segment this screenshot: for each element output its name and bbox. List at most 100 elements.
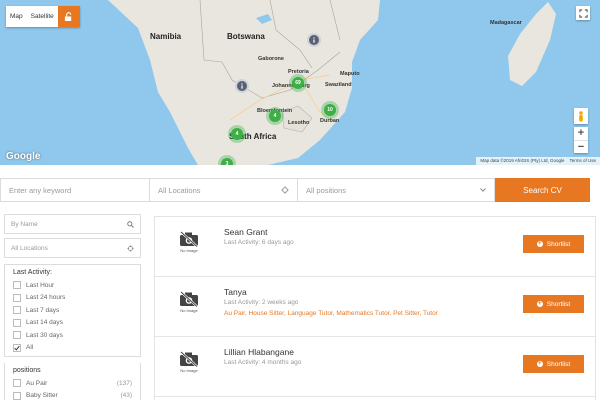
- cluster-count: 4: [269, 110, 281, 122]
- result-card: No Image Sean Grant Last Activity: 6 day…: [155, 217, 595, 277]
- checkbox[interactable]: [13, 306, 21, 315]
- no-camera-icon: [180, 351, 198, 367]
- zoom-in-button[interactable]: +: [574, 127, 588, 140]
- filter-option-au-pair[interactable]: Au Pair (137): [13, 377, 132, 390]
- shortlist-label: Shortlist: [546, 300, 571, 308]
- info-icon: [313, 37, 315, 43]
- no-image-placeholder: No Image: [177, 351, 201, 373]
- page: Map Satellite Namibia Botswana Gaborone …: [0, 0, 600, 400]
- map-data-text: Map data ©2019 AfriGIS (Pty) Ltd, Google: [480, 158, 565, 163]
- shortlist-button[interactable]: + Shortlist: [523, 355, 584, 373]
- cluster-count: 4: [231, 128, 243, 140]
- sidebar-location-value: All Locations: [11, 244, 48, 252]
- checkbox[interactable]: [13, 281, 21, 290]
- filter-option-last-14-days[interactable]: Last 14 days: [13, 317, 132, 330]
- option-count: (43): [120, 392, 132, 400]
- no-image-label: No Image: [180, 368, 198, 373]
- checkbox[interactable]: [13, 379, 21, 388]
- candidate-positions: Au Pair, House Sitter, Language Tutor, M…: [224, 310, 438, 317]
- keyword-input[interactable]: Enter any keyword: [0, 178, 150, 202]
- map-label-maputo: Maputo: [340, 71, 360, 77]
- last-activity: Last Activity: 2 weeks ago: [224, 299, 299, 306]
- checkbox[interactable]: [13, 391, 21, 400]
- option-label: Last 24 hours: [26, 294, 66, 302]
- map-label-namibia: Namibia: [150, 32, 182, 41]
- fullscreen-icon: [578, 8, 588, 18]
- pegman-icon: [579, 110, 583, 121]
- map-type-map-button[interactable]: Map: [6, 6, 27, 27]
- fullscreen-button[interactable]: [576, 6, 590, 20]
- map-attribution: Map data ©2019 AfriGIS (Pty) Ltd, Google…: [476, 157, 600, 165]
- chevron-down-icon: [480, 188, 486, 192]
- info-icon: [241, 83, 243, 89]
- plus-circle-icon: +: [536, 301, 543, 307]
- no-image-placeholder: No Image: [177, 231, 201, 253]
- name-search-input[interactable]: By Name: [4, 214, 141, 234]
- map-marker[interactable]: [235, 79, 249, 93]
- madagascar-land: [508, 2, 556, 86]
- location-input[interactable]: All Locations: [150, 178, 298, 202]
- checkbox[interactable]: [13, 293, 21, 302]
- map-cluster[interactable]: 69: [289, 74, 307, 92]
- checkbox-checked[interactable]: [13, 343, 21, 352]
- map[interactable]: Map Satellite Namibia Botswana Gaborone …: [0, 0, 600, 165]
- filter-option-all[interactable]: All: [13, 342, 132, 355]
- shortlist-button[interactable]: + Shortlist: [523, 235, 584, 253]
- result-card: No Image Tanya Last Activity: 2 weeks ag…: [155, 277, 595, 337]
- cluster-count: 3: [221, 158, 233, 165]
- option-label: All: [26, 344, 34, 352]
- positions-select[interactable]: All positions: [298, 178, 495, 202]
- shortlist-button[interactable]: + Shortlist: [523, 295, 584, 313]
- option-label: Last 14 days: [26, 319, 63, 327]
- map-cluster[interactable]: 4: [266, 107, 284, 125]
- option-label: Last Hour: [26, 281, 55, 289]
- filter-option-last-30-days[interactable]: Last 30 days: [13, 329, 132, 342]
- sidebar-location-input[interactable]: All Locations: [4, 238, 141, 258]
- candidate-name[interactable]: Lillian Hlabangane: [224, 347, 294, 357]
- no-camera-icon: [180, 231, 198, 247]
- search-bar: Enter any keyword All Locations All posi…: [0, 178, 590, 202]
- option-label: Last 7 days: [26, 306, 60, 314]
- zoom-out-button[interactable]: −: [574, 140, 588, 153]
- street-view-button[interactable]: [574, 108, 588, 124]
- filter-option-last-24-hours[interactable]: Last 24 hours: [13, 292, 132, 305]
- crosshair-icon[interactable]: [127, 244, 134, 252]
- zoom-control: + −: [574, 127, 588, 153]
- filter-option-last-7-days[interactable]: Last 7 days: [13, 304, 132, 317]
- last-activity-filter: Last Activity: Last Hour Last 24 hours L…: [4, 264, 141, 357]
- filter-option-baby-sitter[interactable]: Baby Sitter (43): [13, 390, 132, 400]
- no-image-label: No Image: [180, 248, 198, 253]
- results-list: No Image Sean Grant Last Activity: 6 day…: [154, 216, 596, 400]
- crosshair-icon[interactable]: [281, 186, 289, 194]
- last-activity-title: Last Activity:: [13, 269, 52, 276]
- checkmark-icon: [14, 345, 20, 351]
- cluster-count: 69: [292, 77, 304, 89]
- last-activity: Last Activity: 6 days ago: [224, 239, 294, 246]
- map-cluster[interactable]: 4: [228, 125, 246, 143]
- no-camera-icon: [180, 291, 198, 307]
- map-label-lesotho: Lesotho: [288, 120, 310, 126]
- positions-filter: positions Au Pair (137) Baby Sitter (43): [4, 363, 141, 400]
- name-search-placeholder: By Name: [11, 220, 38, 228]
- search-cv-button[interactable]: Search CV: [495, 178, 590, 202]
- filter-option-last-hour[interactable]: Last Hour: [13, 279, 132, 292]
- positions-value: All positions: [306, 185, 347, 195]
- option-label: Au Pair: [26, 379, 48, 387]
- location-value: All Locations: [158, 185, 201, 195]
- map-cluster[interactable]: 10: [321, 101, 339, 119]
- google-logo: Google: [6, 151, 41, 162]
- option-label: Baby Sitter: [26, 392, 58, 400]
- plus-circle-icon: +: [536, 241, 543, 247]
- no-image-placeholder: No Image: [177, 291, 201, 313]
- lock-button[interactable]: [57, 6, 80, 27]
- terms-link[interactable]: Terms of Use: [569, 157, 596, 165]
- candidate-name[interactable]: Sean Grant: [224, 227, 267, 237]
- checkbox[interactable]: [13, 318, 21, 327]
- map-type-satellite-button[interactable]: Satellite: [27, 6, 58, 27]
- last-activity: Last Activity: 4 months ago: [224, 359, 302, 366]
- checkbox[interactable]: [13, 331, 21, 340]
- map-type-control: Map Satellite: [6, 6, 80, 27]
- map-marker[interactable]: [307, 33, 321, 47]
- candidate-name[interactable]: Tanya: [224, 287, 247, 297]
- map-label-madagascar: Madagascar: [490, 20, 522, 26]
